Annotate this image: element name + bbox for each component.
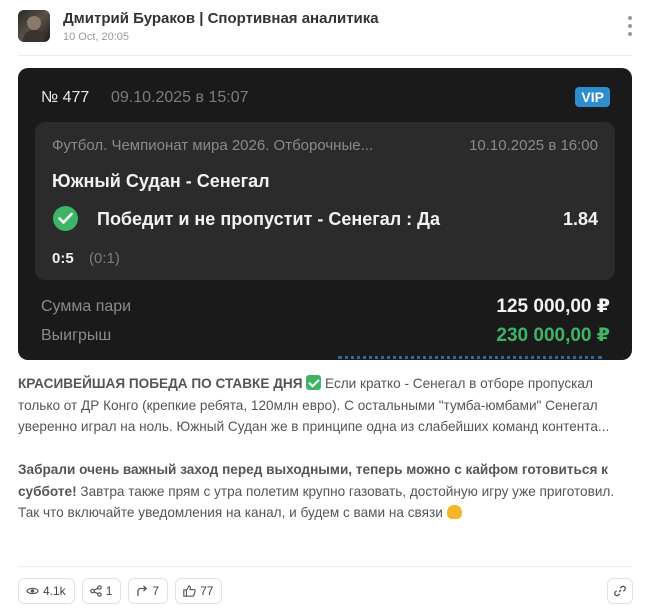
shares-count: 1 [105,584,113,598]
final-score: 0:5 [52,250,74,267]
win-label: Выигрыш [41,327,112,344]
league-name: Футбол. Чемпионат мира 2026. Отборочные.… [52,137,374,154]
likes-count: 77 [200,584,214,598]
footer-divider [18,566,632,567]
post-stats: 4.1k 1 7 77 [18,578,223,604]
check-circle-icon [53,206,78,231]
bet-datetime: 09.10.2025 в 15:07 [111,89,249,106]
share-icon [89,585,102,597]
match-title: Южный Судан - Сенегал [52,171,270,191]
halftime-score: (0:1) [89,250,120,267]
post-headline: КРАСИВЕЙШАЯ ПОБЕДА ПО СТАВКЕ ДНЯ [18,376,303,391]
author-avatar[interactable] [18,10,50,42]
views-count: 4.1k [43,584,66,598]
post-paragraph-1: КРАСИВЕЙШАЯ ПОБЕДА ПО СТАВКЕ ДНЯ Если кр… [18,373,632,438]
handshake-emoji-icon [446,505,462,519]
post-header: Дмитрий Бураков | Спортивная аналитика 1… [18,10,638,46]
views-counter[interactable]: 4.1k [18,578,75,604]
stake-value: 125 000,00 ₽ [496,296,610,317]
header-divider [18,55,632,56]
bet-number: № 477 [41,89,90,106]
author-name[interactable]: Дмитрий Бураков | Спортивная аналитика [63,10,379,27]
thumbs-up-icon [183,585,196,597]
stake-label: Сумма пари [41,298,132,315]
match-datetime: 10.10.2025 в 16:00 [469,137,598,154]
cropped-content-edge [338,356,602,360]
post-paragraph-2: Забрали очень важный заход перед выходны… [18,459,632,524]
link-icon [614,585,626,597]
vip-badge: VIP [575,87,610,107]
bet-card: № 477 09.10.2025 в 15:07 VIP Футбол. Чем… [18,68,632,360]
forwards-count: 7 [152,584,160,598]
more-options-icon[interactable] [626,16,634,36]
match-panel: Футбол. Чемпионат мира 2026. Отборочные.… [35,122,615,280]
check-mark-emoji-icon [306,375,322,390]
post-paragraph-2-text: Завтра также прям с утра полетим крупно … [18,483,615,521]
forward-button[interactable]: 7 [128,578,169,604]
post-text: КРАСИВЕЙШАЯ ПОБЕДА ПО СТАВКЕ ДНЯ Если кр… [18,373,632,524]
copy-link-button[interactable] [607,578,633,604]
post-date: 10 Oct, 20:05 [63,31,130,43]
win-value: 230 000,00 ₽ [496,325,610,346]
bet-outcome: Победит и не пропустит - Сенегал : Да [97,209,440,229]
share-button[interactable]: 1 [81,578,122,604]
like-button[interactable]: 77 [175,578,223,604]
bet-odds: 1.84 [562,209,598,229]
forward-arrow-icon [137,585,148,596]
eye-icon [26,587,39,595]
